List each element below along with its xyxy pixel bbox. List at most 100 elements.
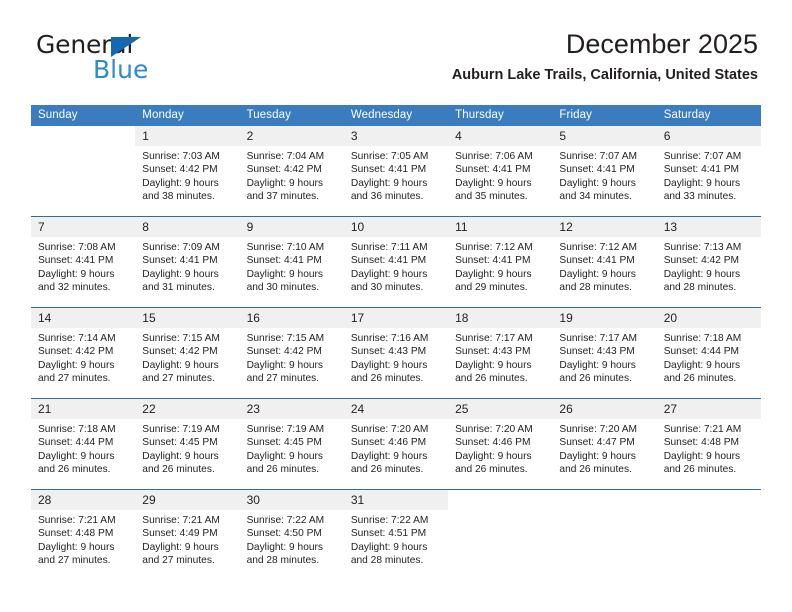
sunset-text: Sunset: 4:45 PM <box>246 437 322 449</box>
calendar-day-cell[interactable]: 28 Sunrise: 7:21 AM Sunset: 4:48 PM Dayligh… <box>31 489 136 580</box>
sunset-text: Sunset: 4:43 PM <box>559 346 635 358</box>
general-blue-logo[interactable]: General Blue <box>36 32 236 88</box>
day-number: 5 <box>552 126 657 146</box>
daylight-text-line1: Daylight: 9 hours <box>455 359 532 371</box>
calendar-day-cell[interactable]: 1 Sunrise: 7:03 AM Sunset: 4:42 PM Daylight… <box>135 126 240 217</box>
calendar-cell-empty <box>31 126 136 217</box>
sunrise-text: Sunrise: 7:22 AM <box>246 515 325 526</box>
calendar-day-cell[interactable]: 13 Sunrise: 7:13 AM Sunset: 4:42 PM Dayligh… <box>656 216 761 308</box>
day-number: 21 <box>31 399 136 419</box>
calendar-day-cell[interactable]: 7 Sunrise: 7:08 AM Sunset: 4:41 PM Daylight… <box>31 216 136 308</box>
calendar-day-cell[interactable]: 25 Sunrise: 7:20 AM Sunset: 4:46 PM Dayligh… <box>448 398 553 490</box>
calendar-day-cell[interactable]: 31 Sunrise: 7:22 AM Sunset: 4:51 PM Dayligh… <box>343 489 449 580</box>
sunset-text: Sunset: 4:44 PM <box>38 437 114 449</box>
daylight-text-line2: and 27 minutes. <box>142 555 215 567</box>
day-details: Sunrise: 7:13 AM Sunset: 4:42 PM Daylight:… <box>657 237 761 295</box>
calendar-day-cell[interactable]: 6 Sunrise: 7:07 AM Sunset: 4:41 PM Daylight… <box>656 126 761 217</box>
day-details: Sunrise: 7:05 AM Sunset: 4:41 PM Daylight:… <box>344 146 448 204</box>
day-number: 13 <box>656 217 761 237</box>
calendar-day-cell[interactable]: 18 Sunrise: 7:17 AM Sunset: 4:43 PM Dayligh… <box>448 307 553 399</box>
daylight-text-line1: Daylight: 9 hours <box>142 268 219 280</box>
day-details: Sunrise: 7:09 AM Sunset: 4:41 PM Daylight:… <box>135 237 239 295</box>
calendar-day-cell[interactable]: 14 Sunrise: 7:14 AM Sunset: 4:42 PM Dayligh… <box>31 307 136 399</box>
calendar-day-cell[interactable]: 3 Sunrise: 7:05 AM Sunset: 4:41 PM Daylight… <box>343 126 449 217</box>
calendar-day-cell[interactable]: 29 Sunrise: 7:21 AM Sunset: 4:49 PM Dayligh… <box>135 489 240 580</box>
daylight-text-line2: and 26 minutes. <box>350 464 424 476</box>
day-number: 7 <box>31 217 136 237</box>
daylight-text-line2: and 26 minutes. <box>559 464 632 476</box>
sunset-text: Sunset: 4:41 PM <box>38 255 114 267</box>
weekday-header-thursday: Thursday <box>448 105 553 126</box>
sunrise-text: Sunrise: 7:21 AM <box>38 515 116 526</box>
daylight-text-line1: Daylight: 9 hours <box>559 177 636 189</box>
calendar-day-cell[interactable]: 11 Sunrise: 7:12 AM Sunset: 4:41 PM Dayligh… <box>448 216 553 308</box>
calendar-day-cell[interactable]: 5 Sunrise: 7:07 AM Sunset: 4:41 PM Daylight… <box>552 126 657 217</box>
sunrise-text: Sunrise: 7:20 AM <box>350 424 429 435</box>
day-number: 22 <box>135 399 240 419</box>
day-details: Sunrise: 7:10 AM Sunset: 4:41 PM Daylight:… <box>240 237 344 295</box>
sunrise-text: Sunrise: 7:21 AM <box>663 424 742 435</box>
weekday-header-sunday: Sunday <box>31 105 136 126</box>
calendar-cell-empty <box>552 489 657 580</box>
day-details: Sunrise: 7:18 AM Sunset: 4:44 PM Daylight:… <box>657 328 761 386</box>
calendar-day-cell[interactable]: 23 Sunrise: 7:19 AM Sunset: 4:45 PM Dayligh… <box>239 398 344 490</box>
daylight-text-line2: and 31 minutes. <box>142 282 215 294</box>
calendar-day-cell[interactable]: 21 Sunrise: 7:18 AM Sunset: 4:44 PM Dayligh… <box>31 398 136 490</box>
daylight-text-line2: and 26 minutes. <box>455 373 528 385</box>
weekday-header-friday: Friday <box>552 105 657 126</box>
day-number: 24 <box>343 399 449 419</box>
daylight-text-line2: and 27 minutes. <box>246 373 320 385</box>
calendar-day-cell[interactable]: 22 Sunrise: 7:19 AM Sunset: 4:45 PM Dayligh… <box>135 398 240 490</box>
daylight-text-line2: and 26 minutes. <box>246 464 320 476</box>
daylight-text-line1: Daylight: 9 hours <box>142 450 219 462</box>
sunset-text: Sunset: 4:50 PM <box>246 528 322 540</box>
calendar-day-cell[interactable]: 2 Sunrise: 7:04 AM Sunset: 4:42 PM Daylight… <box>239 126 344 217</box>
day-number: 16 <box>239 308 344 328</box>
calendar-day-cell[interactable]: 24 Sunrise: 7:20 AM Sunset: 4:46 PM Dayligh… <box>343 398 449 490</box>
day-number: 6 <box>656 126 761 146</box>
calendar-day-cell[interactable]: 4 Sunrise: 7:06 AM Sunset: 4:41 PM Daylight… <box>448 126 553 217</box>
day-number <box>552 490 657 510</box>
calendar-grid: Sunday Monday Tuesday Wednesday Thursday… <box>31 105 761 580</box>
calendar-day-cell[interactable]: 8 Sunrise: 7:09 AM Sunset: 4:41 PM Daylight… <box>135 216 240 308</box>
calendar-week-row: 1 Sunrise: 7:03 AM Sunset: 4:42 PM Daylight… <box>31 126 761 217</box>
daylight-text-line1: Daylight: 9 hours <box>142 359 219 371</box>
calendar-day-cell[interactable]: 10 Sunrise: 7:11 AM Sunset: 4:41 PM Dayligh… <box>343 216 449 308</box>
page-header: General Blue December 2025 Auburn Lake T… <box>0 0 792 100</box>
day-number: 25 <box>448 399 553 419</box>
calendar-day-cell[interactable]: 12 Sunrise: 7:12 AM Sunset: 4:41 PM Dayligh… <box>552 216 657 308</box>
calendar-week-row: 28 Sunrise: 7:21 AM Sunset: 4:48 PM Dayligh… <box>31 489 761 580</box>
daylight-text-line2: and 26 minutes. <box>350 373 424 385</box>
day-details: Sunrise: 7:22 AM Sunset: 4:50 PM Daylight:… <box>240 510 344 568</box>
calendar-page: General Blue December 2025 Auburn Lake T… <box>0 0 792 612</box>
sunset-text: Sunset: 4:41 PM <box>142 255 218 267</box>
calendar-day-cell[interactable]: 17 Sunrise: 7:16 AM Sunset: 4:43 PM Dayligh… <box>343 307 449 399</box>
sunset-text: Sunset: 4:48 PM <box>38 528 114 540</box>
calendar-day-cell[interactable]: 30 Sunrise: 7:22 AM Sunset: 4:50 PM Dayligh… <box>239 489 344 580</box>
day-details: Sunrise: 7:21 AM Sunset: 4:48 PM Daylight:… <box>657 419 761 477</box>
day-details: Sunrise: 7:04 AM Sunset: 4:42 PM Daylight:… <box>240 146 344 204</box>
sunset-text: Sunset: 4:41 PM <box>455 164 531 176</box>
sunset-text: Sunset: 4:46 PM <box>455 437 531 449</box>
daylight-text-line2: and 32 minutes. <box>38 282 111 294</box>
calendar-day-cell[interactable]: 27 Sunrise: 7:21 AM Sunset: 4:48 PM Dayligh… <box>656 398 761 490</box>
day-details: Sunrise: 7:11 AM Sunset: 4:41 PM Daylight:… <box>344 237 448 295</box>
calendar-day-cell[interactable]: 26 Sunrise: 7:20 AM Sunset: 4:47 PM Dayligh… <box>552 398 657 490</box>
day-number <box>656 490 761 510</box>
calendar-day-cell[interactable]: 16 Sunrise: 7:15 AM Sunset: 4:42 PM Dayligh… <box>239 307 344 399</box>
sunrise-text: Sunrise: 7:05 AM <box>350 151 429 162</box>
calendar-day-cell[interactable]: 9 Sunrise: 7:10 AM Sunset: 4:41 PM Daylight… <box>239 216 344 308</box>
daylight-text-line1: Daylight: 9 hours <box>559 450 636 462</box>
daylight-text-line1: Daylight: 9 hours <box>38 450 115 462</box>
daylight-text-line2: and 28 minutes. <box>246 555 320 567</box>
day-details: Sunrise: 7:17 AM Sunset: 4:43 PM Daylight:… <box>448 328 552 386</box>
calendar-day-cell[interactable]: 19 Sunrise: 7:17 AM Sunset: 4:43 PM Dayligh… <box>552 307 657 399</box>
daylight-text-line2: and 28 minutes. <box>663 282 737 294</box>
calendar-table: Sunday Monday Tuesday Wednesday Thursday… <box>31 105 761 580</box>
calendar-day-cell[interactable]: 20 Sunrise: 7:18 AM Sunset: 4:44 PM Dayligh… <box>656 307 761 399</box>
day-details: Sunrise: 7:16 AM Sunset: 4:43 PM Daylight:… <box>344 328 448 386</box>
day-details: Sunrise: 7:07 AM Sunset: 4:41 PM Daylight:… <box>657 146 761 204</box>
daylight-text-line1: Daylight: 9 hours <box>663 177 741 189</box>
day-details: Sunrise: 7:17 AM Sunset: 4:43 PM Daylight:… <box>552 328 656 386</box>
calendar-day-cell[interactable]: 15 Sunrise: 7:15 AM Sunset: 4:42 PM Dayligh… <box>135 307 240 399</box>
